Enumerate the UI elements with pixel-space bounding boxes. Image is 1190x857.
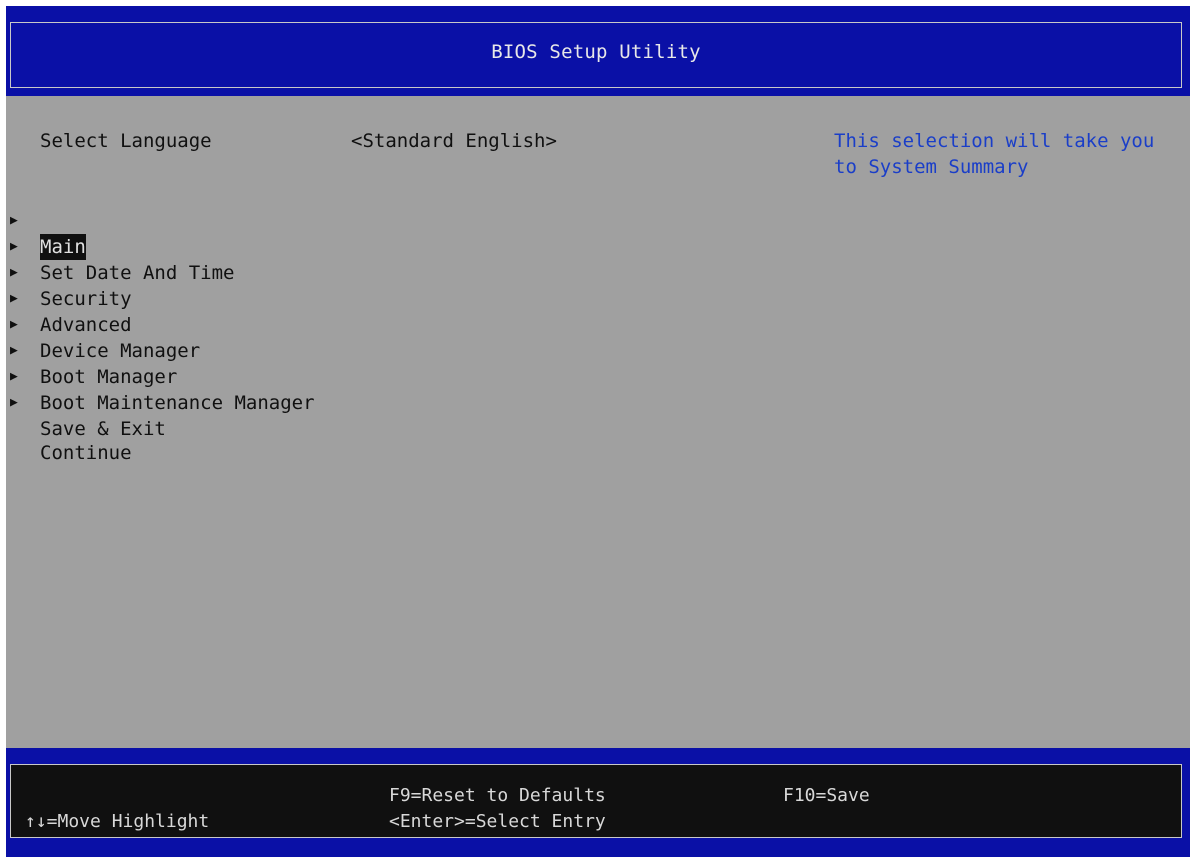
move-highlight-hint: ↑↓=Move Highlight [25,811,210,832]
footer-bar: ↑↓=Move Highlight F9=Reset to Defaults <… [6,748,1190,857]
help-text: This selection will take you to System S… [834,130,1166,178]
page-title: BIOS Setup Utility [491,41,701,63]
menu-item-set-date-and-time[interactable]: ▶ Set Date And Time [6,208,346,284]
bios-screen: BIOS Setup Utility Select Language <Stan… [6,6,1190,857]
menu-item-save-and-exit[interactable]: ▶ Save & Exit [6,364,346,440]
menu-item-boot-maintenance-manager[interactable]: ▶ Boot Maintenance Manager [6,338,346,414]
title-frame: BIOS Setup Utility [10,22,1182,88]
select-entry-hint: <Enter>=Select Entry [389,811,606,832]
reset-defaults-hint: F9=Reset to Defaults [389,785,606,806]
select-language-value[interactable]: <Standard English> [351,128,557,154]
menu-item-main[interactable]: ▶ Main [6,182,346,260]
menu-item-label: Boot Maintenance Manager [40,392,315,414]
menu-item-label: Save & Exit [40,418,166,440]
key-help-box: ↑↓=Move Highlight F9=Reset to Defaults <… [10,764,1182,838]
menu-item-device-manager[interactable]: ▶ Device Manager [6,286,346,362]
title-bar: BIOS Setup Utility [6,6,1190,96]
menu-item-security[interactable]: ▶ Security [6,234,346,310]
menu-item-advanced[interactable]: ▶ Advanced [6,260,346,336]
submenu-arrow-icon: ▶ [10,395,18,410]
save-hint: F10=Save [783,785,870,806]
menu-item-boot-manager[interactable]: ▶ Boot Manager [6,312,346,388]
select-language-label: Select Language [40,130,212,152]
continue-item[interactable]: Continue [40,440,132,466]
main-panel: Select Language <Standard English> This … [6,96,1190,748]
